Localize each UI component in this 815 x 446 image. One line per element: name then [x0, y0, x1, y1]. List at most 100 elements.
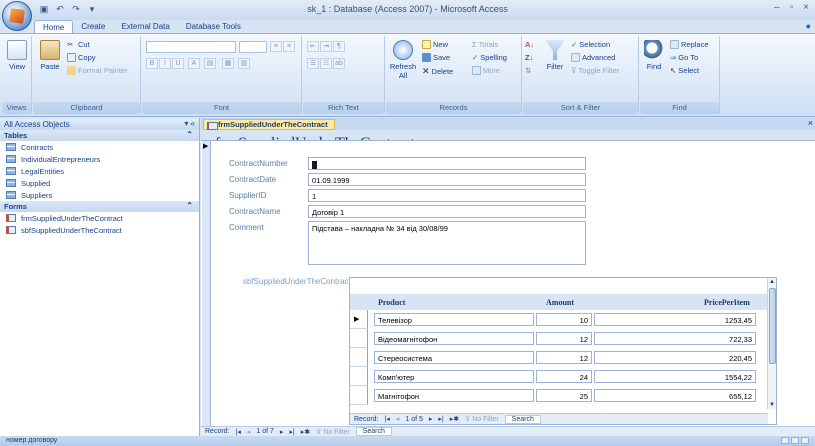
increase-indent-button[interactable]: ⇥	[320, 41, 332, 52]
restore-icon[interactable]: ▫	[790, 2, 794, 13]
nav-pane-header[interactable]: All Access Objects ▾ «	[0, 118, 199, 130]
scroll-thumb[interactable]	[769, 288, 776, 364]
form-view-icon[interactable]	[781, 437, 789, 444]
table-row[interactable]: Відеомагнітофон 12 722,33	[350, 329, 768, 348]
table-row[interactable]: Магнітофон 25 655,12	[350, 386, 768, 405]
table-row[interactable]: Комп'ютер 24 1554,22	[350, 367, 768, 386]
comment-field[interactable]: Підстава – накладна № 34 від 30/08/99	[308, 221, 586, 265]
underline-button[interactable]: U	[172, 58, 184, 69]
nav-item-legal-entities[interactable]: LegalEntities	[0, 165, 199, 177]
record-position[interactable]: 1 of 7	[256, 428, 274, 435]
minimize-icon[interactable]: –	[774, 2, 780, 13]
amount-cell[interactable]: 24	[536, 370, 592, 383]
sort-ascending-button[interactable]: A↓	[525, 40, 534, 49]
product-cell[interactable]: Відеомагнітофон	[374, 332, 534, 345]
clear-sort-button[interactable]: ⇅	[525, 66, 531, 75]
table-row[interactable]: Стереосистема 12 220,45	[350, 348, 768, 367]
bold-button[interactable]: B	[146, 58, 158, 69]
close-icon[interactable]: ×	[803, 2, 809, 13]
scroll-up-icon[interactable]: ▲	[769, 279, 775, 285]
close-document-icon[interactable]: ×	[808, 118, 813, 128]
nav-item-contracts[interactable]: Contracts	[0, 141, 199, 153]
new-record-icon[interactable]: ▸✱	[301, 428, 310, 436]
save-record-button[interactable]: Save	[422, 53, 450, 62]
first-record-icon[interactable]: |◂	[385, 415, 390, 423]
subform-search-box[interactable]: Search	[504, 414, 541, 424]
align-center-button[interactable]: ≡	[283, 41, 295, 52]
refresh-all-button[interactable]: Refresh All	[388, 40, 418, 80]
spelling-button[interactable]: ✓ Spelling	[472, 53, 507, 62]
font-name-combo[interactable]	[146, 41, 236, 53]
align-left-button[interactable]: ≡	[270, 41, 282, 52]
nav-pane-collapse-icon[interactable]: ▾ «	[184, 119, 195, 128]
form-search-box[interactable]: Search	[355, 427, 392, 436]
product-cell[interactable]: Магнітофон	[374, 389, 534, 402]
row-selector[interactable]	[350, 367, 368, 386]
price-cell[interactable]: 220,45	[594, 351, 756, 364]
no-filter-button[interactable]: ⊽ No Filter	[316, 428, 350, 436]
office-button[interactable]	[2, 1, 32, 31]
nav-item-suppliers[interactable]: Suppliers	[0, 189, 199, 201]
view-button[interactable]: View	[4, 40, 30, 71]
next-record-icon[interactable]: ▸	[429, 415, 433, 423]
document-tab[interactable]: frmSuppliedUnderTheContract	[203, 119, 335, 130]
new-record-button[interactable]: New	[422, 40, 448, 49]
selection-button[interactable]: ✓ Selection	[571, 40, 610, 49]
design-view-icon[interactable]	[801, 437, 809, 444]
bullets-button[interactable]: ☰	[307, 58, 319, 69]
next-record-icon[interactable]: ▸	[280, 428, 284, 436]
decrease-indent-button[interactable]: ⇤	[307, 41, 319, 52]
find-button[interactable]: Find	[642, 40, 666, 71]
price-cell[interactable]: 1253,45	[594, 313, 756, 326]
filter-button[interactable]: Filter	[543, 40, 567, 71]
toggle-filter-button[interactable]: ⊽ Toggle Filter	[571, 66, 619, 75]
gridlines-button[interactable]: ▦	[222, 58, 234, 69]
font-color-button[interactable]: A	[188, 58, 200, 69]
first-record-icon[interactable]: |◂	[236, 428, 241, 436]
tab-create[interactable]: Create	[73, 20, 113, 34]
amount-cell[interactable]: 12	[536, 351, 592, 364]
font-size-combo[interactable]	[239, 41, 267, 53]
advanced-button[interactable]: Advanced	[571, 53, 615, 62]
nav-section-forms[interactable]: Forms ⌃	[0, 201, 199, 212]
alternate-fill-button[interactable]: ▥	[238, 58, 250, 69]
price-cell[interactable]: 1554,22	[594, 370, 756, 383]
amount-cell[interactable]: 10	[536, 313, 592, 326]
previous-record-icon[interactable]: ◂	[396, 415, 400, 423]
tab-external-data[interactable]: External Data	[113, 20, 177, 34]
previous-record-icon[interactable]: ◂	[247, 428, 251, 436]
scroll-down-icon[interactable]: ▼	[769, 402, 775, 408]
row-selector[interactable]: ▶	[350, 310, 368, 329]
tab-home[interactable]: Home	[34, 20, 74, 34]
table-row[interactable]: ▶ Телевізор 10 1253,45	[350, 310, 768, 329]
totals-button[interactable]: Σ Totals	[472, 40, 498, 49]
numbering-button[interactable]: ☷	[320, 58, 332, 69]
delete-record-button[interactable]: ✕ Delete	[422, 66, 453, 77]
contract-name-field[interactable]: Договір 1	[308, 205, 586, 218]
nav-item-individual-entrepreneurs[interactable]: IndividualEntrepreneurs	[0, 153, 199, 165]
cut-button[interactable]: ✂ Cut	[67, 40, 90, 49]
last-record-icon[interactable]: ▸|	[289, 428, 294, 436]
copy-button[interactable]: Copy	[67, 53, 96, 62]
new-record-icon[interactable]: ▸✱	[450, 415, 459, 423]
fill-color-button[interactable]: ▤	[204, 58, 216, 69]
amount-cell[interactable]: 12	[536, 332, 592, 345]
help-icon[interactable]: ●	[806, 21, 811, 31]
record-selector[interactable]: ▶	[202, 141, 211, 427]
row-selector[interactable]	[350, 386, 368, 405]
rtl-button[interactable]: ¶	[333, 41, 345, 52]
nav-item-sbf-supplied[interactable]: sbfSuppliedUnderTheContract	[0, 224, 199, 236]
replace-button[interactable]: Replace	[670, 40, 709, 49]
subform-vertical-scrollbar[interactable]: ▲ ▼	[767, 278, 776, 409]
record-position[interactable]: 1 of 5	[405, 416, 423, 423]
tab-database-tools[interactable]: Database Tools	[178, 20, 249, 34]
more-button[interactable]: More	[472, 66, 500, 75]
goto-button[interactable]: ⇒ Go To	[670, 53, 698, 62]
sort-descending-button[interactable]: Z↓	[525, 53, 533, 62]
contract-date-field[interactable]: 01.09.1999	[308, 173, 586, 186]
row-selector[interactable]	[350, 348, 368, 367]
row-selector[interactable]	[350, 329, 368, 348]
last-record-icon[interactable]: ▸|	[438, 415, 443, 423]
nav-section-tables[interactable]: Tables ⌃	[0, 130, 199, 141]
select-button[interactable]: ↖ Select	[670, 66, 699, 75]
